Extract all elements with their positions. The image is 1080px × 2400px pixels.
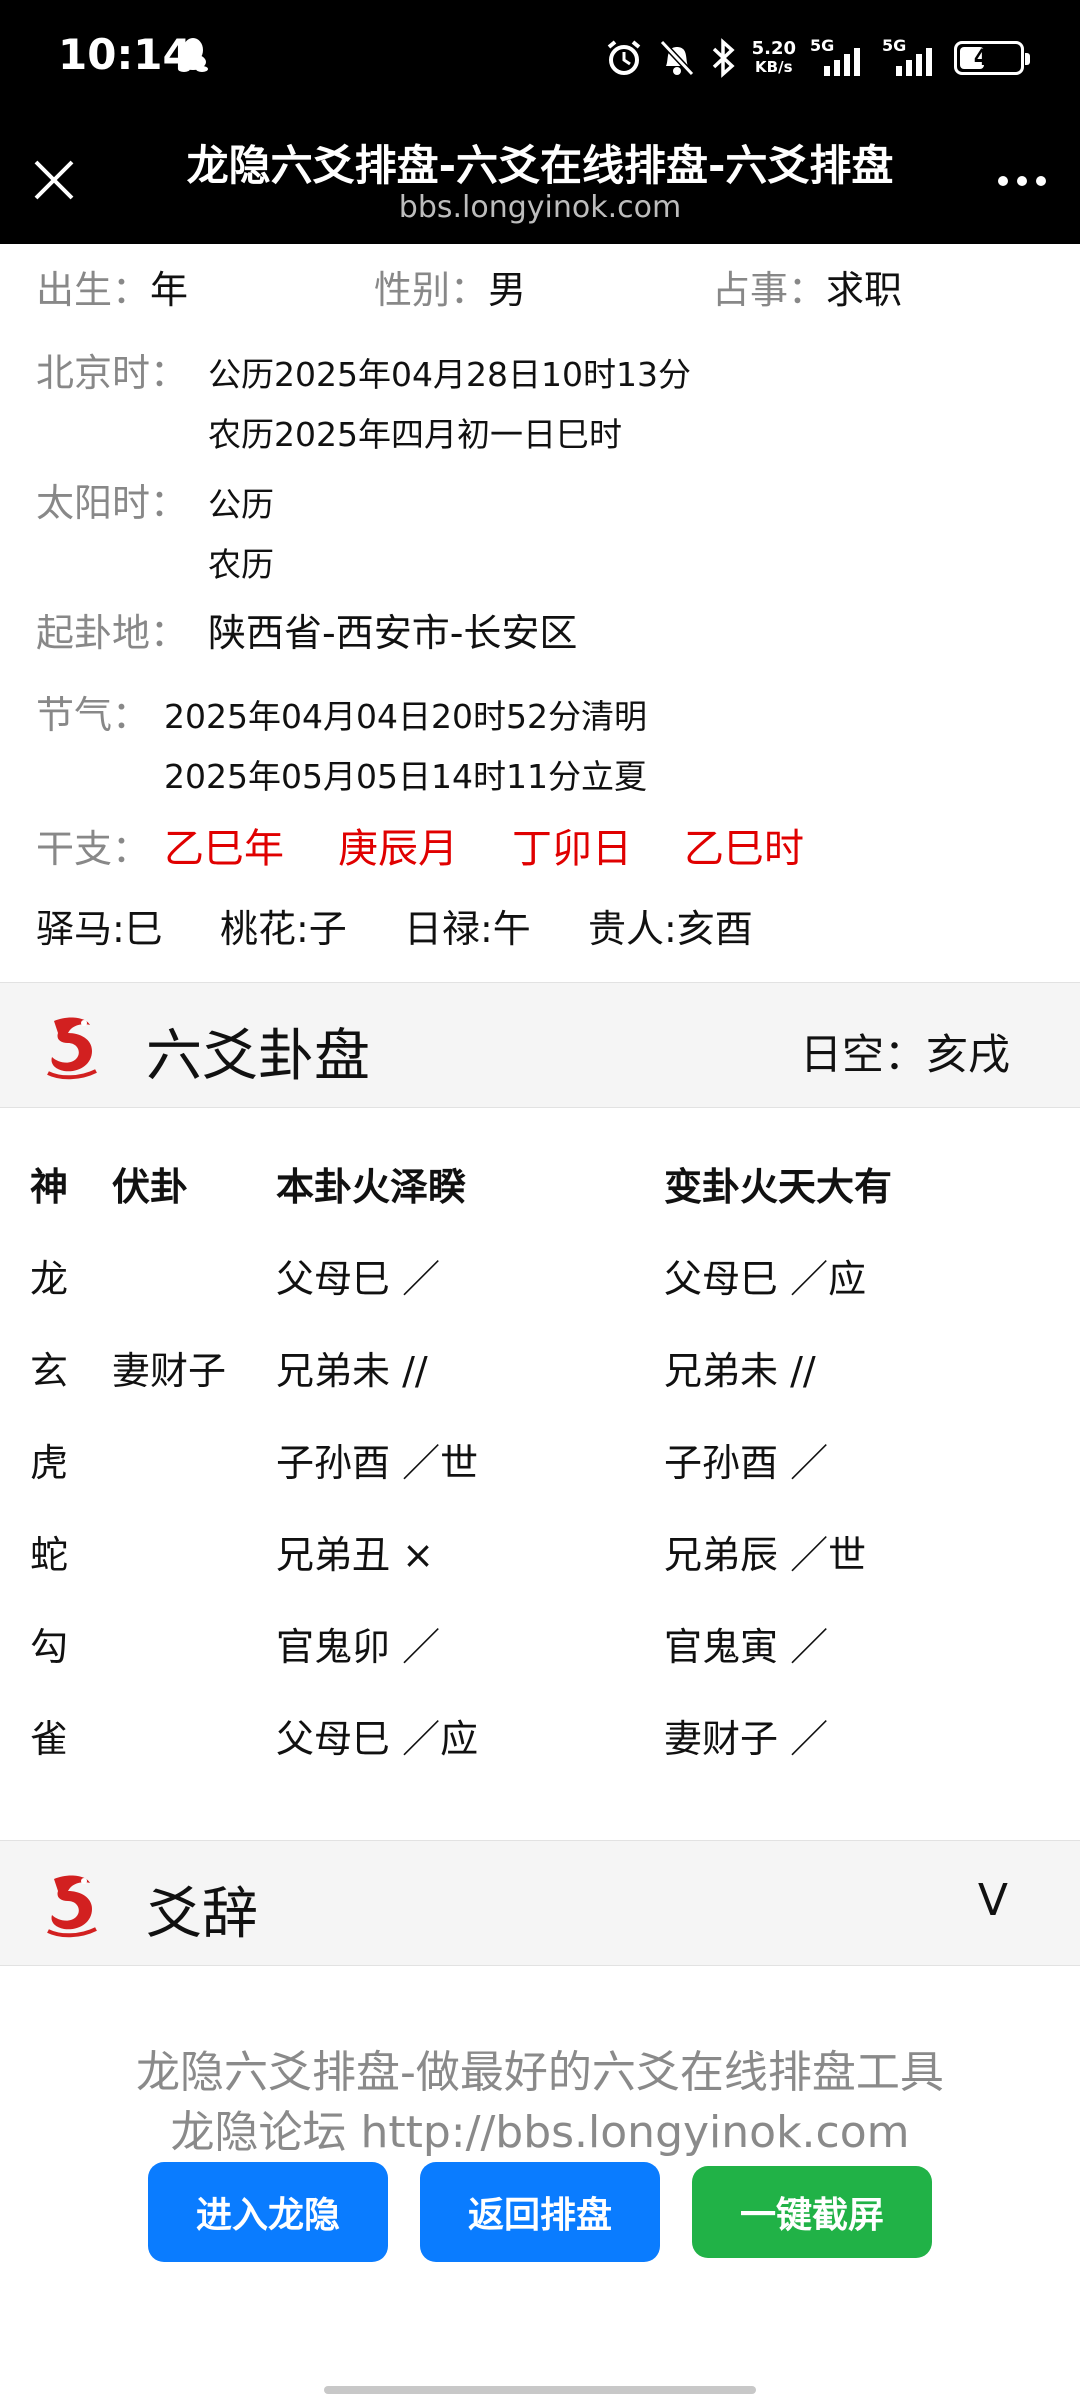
status-icons: 5.20 KB/s 5G 5G 41 — [604, 34, 1030, 82]
row4-shen: 蛇 — [30, 1533, 69, 1577]
shensha-guiren: 贵人:亥酉 — [588, 907, 753, 951]
signal-bars-icon — [896, 48, 932, 76]
solar-time-lunar: 农历 — [208, 545, 274, 584]
expand-toggle[interactable]: V — [978, 1875, 1008, 1926]
network-speed: 5.20 KB/s — [751, 38, 796, 77]
qq-penguin-icon — [178, 38, 208, 72]
yaoci-section-title: 爻辞 — [146, 1882, 258, 1947]
network-speed-value: 5.20 — [751, 38, 796, 59]
beijing-time-label: 北京时： — [36, 351, 189, 395]
birth-label: 出生： — [36, 267, 151, 312]
birth-field: 出生： 年 — [36, 256, 188, 316]
gua-section-title: 六爻卦盘 — [146, 1024, 370, 1089]
ganzhi-year: 乙巳年 — [164, 826, 284, 872]
beijing-solar: 公历2025年04月28日10时13分 — [208, 355, 691, 394]
day-kong-value: 亥戌 — [925, 1030, 1010, 1079]
place-value: 陕西省-西安市-长安区 — [208, 611, 578, 655]
enter-longyin-button[interactable]: 进入龙隐 — [148, 2162, 388, 2262]
alarm-icon — [607, 40, 640, 75]
row4-ben: 兄弟丑 × — [276, 1533, 434, 1577]
signal-sim2: 5G — [882, 36, 940, 80]
jieqi-1: 2025年04月04日20时52分清明 — [164, 697, 647, 736]
home-indicator[interactable] — [324, 2386, 756, 2394]
birth-value: 年 — [150, 267, 189, 312]
header-bian: 变卦火天大有 — [664, 1165, 893, 1209]
row4-bian: 兄弟辰 ／世 — [664, 1533, 867, 1577]
day-kong-label: 日空： — [799, 1030, 926, 1079]
row6-shen: 雀 — [30, 1717, 69, 1761]
jieqi-label: 节气： — [36, 693, 151, 737]
footer-slogan: 龙隐六爻排盘-做最好的六爻在线排盘工具 — [136, 2047, 944, 2098]
header-shen: 神 — [30, 1165, 69, 1209]
day-kong: 日空：亥戌 — [800, 1021, 1010, 1082]
row1-ben: 父母巳 ／ — [276, 1257, 441, 1301]
mute-bell-icon — [659, 39, 694, 77]
dragon-logo-icon — [47, 1875, 97, 1938]
row5-bian: 官鬼寅 ／ — [664, 1625, 829, 1669]
row1-bian: 父母巳 ／应 — [664, 1257, 867, 1301]
battery-level: 41 — [973, 45, 1005, 71]
row3-shen: 虎 — [30, 1441, 69, 1485]
row2-bian: 兄弟未 // — [664, 1349, 816, 1393]
row2-ben: 兄弟未 // — [276, 1349, 428, 1393]
ganzhi-month: 庚辰月 — [338, 826, 458, 872]
page-url: bbs.longyinok.com — [398, 190, 682, 225]
matter-label: 占事： — [712, 267, 827, 312]
yaoci-section-header[interactable]: 爻辞 V — [0, 1840, 1080, 1966]
signal-bars-icon — [824, 48, 860, 76]
bluetooth-icon — [712, 38, 735, 78]
solar-time-solar: 公历 — [208, 485, 274, 524]
ganzhi-hour: 乙巳时 — [684, 826, 804, 872]
row5-ben: 官鬼卯 ／ — [276, 1625, 441, 1669]
jieqi-2: 2025年05月05日14时11分立夏 — [164, 757, 647, 796]
row1-shen: 龙 — [30, 1257, 69, 1301]
dragon-logo-icon — [47, 1017, 97, 1080]
matter-value: 求职 — [826, 267, 903, 312]
row3-bian: 子孙酉 ／ — [664, 1441, 829, 1485]
browser-title-bar: 龙隐六爻排盘-六爻在线排盘-六爻排盘 bbs.longyinok.com — [0, 120, 1080, 244]
back-to-chart-button[interactable]: 返回排盘 — [420, 2162, 660, 2262]
shensha-taohua: 桃花:子 — [220, 907, 347, 951]
row2-fu: 妻财子 — [112, 1349, 227, 1393]
row6-bian: 妻财子 ／ — [664, 1717, 829, 1761]
place-label: 起卦地： — [36, 611, 189, 655]
more-options-icon[interactable] — [998, 176, 1046, 186]
ganzhi-day: 丁卯日 — [512, 826, 632, 872]
header-fu: 伏卦 — [112, 1165, 189, 1209]
shensha-yima: 驿马:巳 — [36, 907, 163, 951]
status-time: 10:14 — [58, 30, 192, 79]
battery-icon: 41 — [954, 41, 1030, 75]
solar-time-label: 太阳时： — [36, 481, 189, 525]
matter-field: 占事： 求职 — [712, 256, 902, 316]
page-title: 龙隐六爻排盘-六爻在线排盘-六爻排盘 — [186, 141, 894, 190]
shensha-rilu: 日禄:午 — [404, 907, 531, 951]
gua-section-header: 六爻卦盘 日空：亥戌 — [0, 982, 1080, 1108]
beijing-lunar: 农历2025年四月初一日巳时 — [208, 415, 622, 454]
status-bar: 10:14 5.20 KB/s 5G 5G 41 — [0, 0, 1080, 120]
gender-label: 性别： — [374, 267, 489, 312]
row5-shen: 勾 — [30, 1625, 69, 1669]
row2-shen: 玄 — [30, 1349, 69, 1393]
close-icon[interactable] — [30, 156, 78, 204]
gender-value: 男 — [488, 267, 527, 312]
footer-forum-link[interactable]: 龙隐论坛 http://bbs.longyinok.com — [0, 2096, 1080, 2160]
row6-ben: 父母巳 ／应 — [276, 1717, 479, 1761]
screenshot-button[interactable]: 一键截屏 — [692, 2166, 932, 2258]
network-speed-unit: KB/s — [755, 58, 793, 76]
row3-ben: 子孙酉 ／世 — [276, 1441, 479, 1485]
header-ben: 本卦火泽睽 — [276, 1165, 467, 1209]
ganzhi-label: 干支： — [36, 827, 151, 871]
gender-field: 性别： 男 — [374, 256, 526, 316]
signal-sim1: 5G — [810, 36, 868, 80]
